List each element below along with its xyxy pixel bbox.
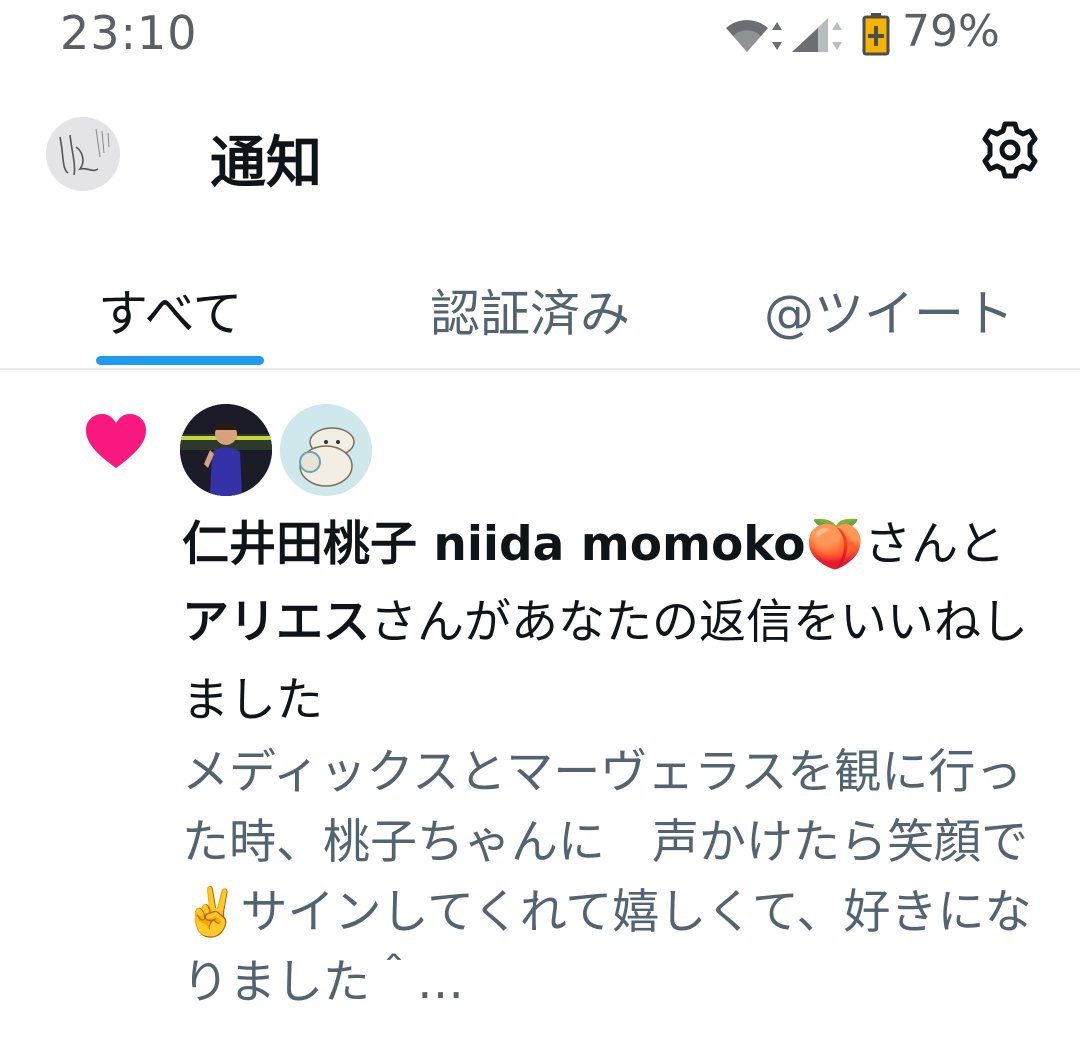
- profile-avatar[interactable]: [46, 117, 120, 191]
- tab-all[interactable]: すべて: [98, 274, 243, 346]
- user-name-aries[interactable]: アリエス: [182, 595, 370, 650]
- status-bar: 23:10 79%: [0, 0, 1080, 80]
- wifi-icon: [726, 20, 768, 52]
- tab-mentions[interactable]: @ツイート: [764, 274, 1014, 346]
- battery-percentage: 79%: [902, 6, 1000, 57]
- data-arrows-icon: [832, 22, 842, 50]
- status-time: 23:10: [60, 6, 198, 60]
- notification-text: 仁井田桃子 niida momoko🍑さんとアリエスさんがあなたの返信をいいねし…: [182, 506, 1042, 740]
- signature-image: [46, 117, 120, 191]
- battery-charging-icon: [862, 13, 890, 56]
- data-arrows-icon: [772, 22, 782, 50]
- page-title: 通知: [210, 131, 322, 196]
- gear-icon: [982, 121, 1038, 179]
- tab-bar: すべて 認証済み @ツイート: [0, 250, 1080, 370]
- avatar-photo: [180, 404, 272, 496]
- user-avatar-niida[interactable]: [180, 404, 272, 496]
- tweet-preview-text[interactable]: メディックスとマーヴェラスを観に行った時、桃子ちゃんに 声かけたら笑顔で✌️サイ…: [182, 738, 1042, 1018]
- tab-verified[interactable]: 認証済み: [430, 274, 630, 346]
- user-name-niida[interactable]: 仁井田桃子 niida momoko🍑: [182, 517, 864, 572]
- honorific: さん: [864, 517, 959, 572]
- heart-icon: [86, 414, 146, 468]
- settings-button[interactable]: [978, 118, 1042, 182]
- tab-selected-indicator: [96, 356, 264, 365]
- avatar-illustration: [280, 404, 372, 496]
- conjunction: と: [958, 517, 1006, 572]
- user-avatar-aries[interactable]: [280, 404, 372, 496]
- cellular-signal-icon: [792, 18, 828, 52]
